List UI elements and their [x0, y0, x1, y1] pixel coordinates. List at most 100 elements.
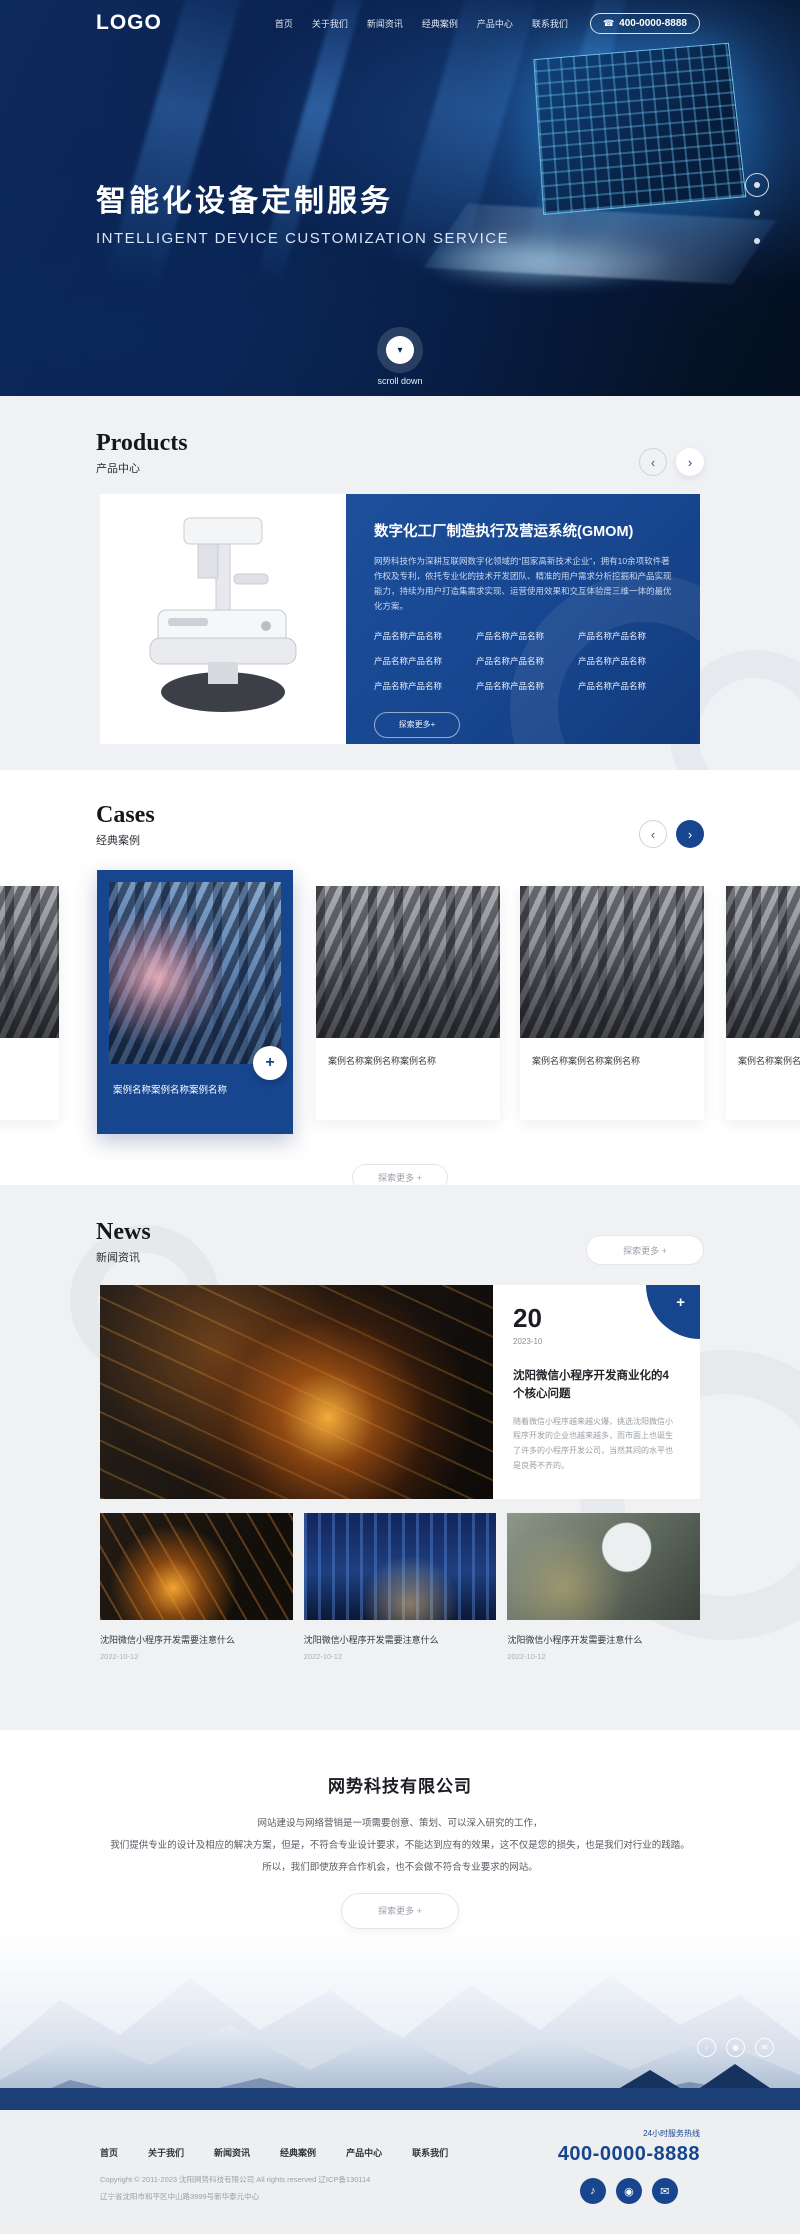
footer-link-cases[interactable]: 经典案例 — [280, 2146, 316, 2159]
douyin-icon[interactable]: ♪ — [580, 2178, 606, 2204]
featured-title[interactable]: 沈阳微信小程序开发商业化的4个核心问题 — [513, 1368, 680, 1404]
footer-phone: 400-0000-8888 — [558, 2143, 700, 2166]
footer-link-home[interactable]: 首页 — [100, 2146, 118, 2159]
hotline-number: 400-0000-8888 — [619, 18, 687, 29]
company-name: 网势科技有限公司 — [0, 1772, 800, 1797]
cases-arrows: ‹ › — [639, 820, 704, 848]
products-more-button[interactable]: 探索更多+ — [374, 712, 460, 738]
scroll-down-button[interactable]: ▾ — [386, 336, 414, 364]
news-title[interactable]: 沈阳微信小程序开发需要注意什么 — [507, 1633, 700, 1646]
news-title[interactable]: 沈阳微信小程序开发需要注意什么 — [304, 1633, 497, 1646]
footer-link-about[interactable]: 关于我们 — [148, 2146, 184, 2159]
footer: 首页 关于我们 新闻资讯 经典案例 产品中心 联系我们 Copyright © … — [0, 2110, 800, 2234]
company-intro: 网站建设与网络营销是一项需要创意、策划、可以深入研究的工作， 我们提供专业的设计… — [0, 1813, 800, 1879]
case-card[interactable]: 案例名称案例名称案例名称 — [0, 886, 59, 1120]
chevron-down-icon: ▾ — [397, 345, 402, 356]
news-subheading: 新闻资讯 — [96, 1249, 151, 1265]
cases-more-button[interactable]: 探索更多 + — [352, 1164, 448, 1185]
weibo-icon[interactable]: ◉ — [616, 2178, 642, 2204]
product-description: 网势科技作为深耕互联网数字化领域的“国家高新技术企业”，拥有10余项软件著作权及… — [374, 554, 672, 614]
nav-item-products[interactable]: 产品中心 — [477, 17, 513, 30]
product-link[interactable]: 产品名称产品名称 — [374, 630, 468, 642]
plus-icon[interactable]: + — [253, 1046, 287, 1080]
news-title[interactable]: 沈阳微信小程序开发需要注意什么 — [100, 1633, 293, 1646]
hotline-button[interactable]: ☎ 400-0000-8888 — [590, 13, 700, 34]
cases-heading: Cases — [96, 802, 155, 829]
hero-text: 智能化设备定制服务 INTELLIGENT DEVICE CUSTOMIZATI… — [96, 176, 509, 247]
product-title[interactable]: 数字化工厂制造执行及营运系统(GMOM) — [374, 520, 672, 541]
news-image — [100, 1513, 293, 1620]
hero-dot[interactable] — [754, 210, 760, 216]
product-info-panel: 数字化工厂制造执行及营运系统(GMOM) 网势科技作为深耕互联网数字化领域的“国… — [346, 494, 700, 744]
product-link[interactable]: 产品名称产品名称 — [476, 680, 570, 692]
weibo-icon[interactable]: ◉ — [726, 2038, 745, 2057]
case-image — [0, 886, 59, 1038]
case-card[interactable]: 案例名称案例名称案例名称 — [726, 886, 800, 1120]
product-link[interactable]: 产品名称产品名称 — [476, 655, 570, 667]
footer-nav: 首页 关于我们 新闻资讯 经典案例 产品中心 联系我们 — [100, 2146, 448, 2159]
chevron-left-icon: ‹ — [651, 455, 655, 470]
top-navbar: LOGO 首页 关于我们 新闻资讯 经典案例 产品中心 联系我们 ☎ 400-0… — [0, 0, 800, 46]
news-item[interactable]: 沈阳微信小程序开发需要注意什么 2022-10-12 — [507, 1513, 700, 1661]
product-image-card[interactable] — [100, 494, 346, 744]
featured-news-card[interactable]: + 20 2023-10 沈阳微信小程序开发商业化的4个核心问题 随着微信小程序… — [493, 1285, 700, 1499]
product-slide: 数字化工厂制造执行及营运系统(GMOM) 网势科技作为深耕互联网数字化领域的“国… — [100, 494, 700, 744]
hero-title: 智能化设备定制服务 — [96, 176, 509, 220]
logo[interactable]: LOGO — [96, 11, 162, 35]
product-links: 产品名称产品名称 产品名称产品名称 产品名称产品名称 产品名称产品名称 产品名称… — [374, 630, 672, 692]
news-item[interactable]: 沈阳微信小程序开发需要注意什么 2022-10-12 — [100, 1513, 293, 1661]
featured-news-image[interactable] — [100, 1285, 493, 1499]
product-link[interactable]: 产品名称产品名称 — [578, 655, 672, 667]
about-more-button[interactable]: 探索更多 + — [341, 1893, 459, 1929]
cases-section: Cases 经典案例 ‹ › 案例名称案例名称案例名称 + 案例名称案例名称案例… — [0, 770, 800, 1185]
main-menu: 首页 关于我们 新闻资讯 经典案例 产品中心 联系我们 — [275, 17, 568, 30]
hero-dot[interactable] — [754, 238, 760, 244]
product-link[interactable]: 产品名称产品名称 — [578, 680, 672, 692]
products-arrows: ‹ › — [639, 448, 704, 476]
next-button[interactable]: › — [676, 820, 704, 848]
footer-link-products[interactable]: 产品中心 — [346, 2146, 382, 2159]
case-label: 案例名称案例名称案例名称 — [316, 1038, 500, 1067]
footer-link-contact[interactable]: 联系我们 — [412, 2146, 448, 2159]
wechat-icon[interactable]: ✉ — [652, 2178, 678, 2204]
news-item[interactable]: 沈阳微信小程序开发需要注意什么 2022-10-12 — [304, 1513, 497, 1661]
nav-item-news[interactable]: 新闻资讯 — [367, 17, 403, 30]
nav-item-contact[interactable]: 联系我们 — [532, 17, 568, 30]
product-image — [138, 514, 308, 724]
product-link[interactable]: 产品名称产品名称 — [374, 655, 468, 667]
case-image — [520, 886, 704, 1038]
news-list: 沈阳微信小程序开发需要注意什么 2022-10-12 沈阳微信小程序开发需要注意… — [100, 1513, 700, 1661]
case-label: 案例名称案例名称案例名称 — [726, 1038, 800, 1067]
product-link[interactable]: 产品名称产品名称 — [476, 630, 570, 642]
product-link[interactable]: 产品名称产品名称 — [374, 680, 468, 692]
wechat-icon[interactable]: ✉ — [755, 2038, 774, 2057]
news-section: News 新闻资讯 探索更多 + + 20 2023-10 沈阳微信小程序开发商… — [0, 1185, 800, 1730]
next-button[interactable]: › — [676, 448, 704, 476]
plus-icon: + — [676, 1294, 685, 1311]
hero-subtitle: INTELLIGENT DEVICE CUSTOMIZATION SERVICE — [96, 230, 509, 247]
prev-button[interactable]: ‹ — [639, 448, 667, 476]
featured-news: + 20 2023-10 沈阳微信小程序开发商业化的4个核心问题 随着微信小程序… — [100, 1285, 700, 1499]
case-card[interactable]: 案例名称案例名称案例名称 — [520, 886, 704, 1120]
mountain-banner: ♪ ◉ ✉ — [0, 1930, 800, 2110]
case-image: + — [109, 882, 281, 1064]
nav-item-about[interactable]: 关于我们 — [312, 17, 348, 30]
case-card[interactable]: 案例名称案例名称案例名称 — [316, 886, 500, 1120]
chevron-right-icon: › — [688, 455, 692, 470]
nav-item-home[interactable]: 首页 — [275, 17, 293, 30]
products-heading: Products — [96, 430, 188, 457]
about-section: 网势科技有限公司 网站建设与网络营销是一项需要创意、策划、可以深入研究的工作， … — [0, 1730, 800, 1930]
footer-link-news[interactable]: 新闻资讯 — [214, 2146, 250, 2159]
douyin-icon[interactable]: ♪ — [697, 2038, 716, 2057]
footer-left: 首页 关于我们 新闻资讯 经典案例 产品中心 联系我们 Copyright © … — [100, 2110, 448, 2234]
nav-item-cases[interactable]: 经典案例 — [422, 17, 458, 30]
product-link[interactable]: 产品名称产品名称 — [578, 630, 672, 642]
news-more-button[interactable]: 探索更多 + — [586, 1235, 704, 1265]
footer-social: ♪ ◉ ✉ — [580, 2178, 678, 2204]
case-card-active[interactable]: + 案例名称案例名称案例名称 — [97, 870, 293, 1134]
news-date: 2022-10-12 — [507, 1652, 700, 1661]
footer-right: 24小时服务热线 400-0000-8888 ♪ ◉ ✉ — [558, 2110, 700, 2234]
prev-button[interactable]: ‹ — [639, 820, 667, 848]
products-section: Products 产品中心 ‹ › — [0, 396, 800, 770]
hero-dot-active[interactable] — [754, 182, 760, 188]
